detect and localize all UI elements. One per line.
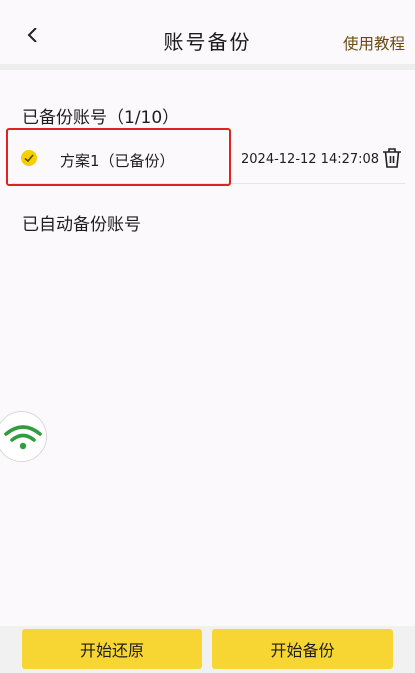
auto-backup-section-title: 已自动备份账号 (22, 215, 141, 235)
tutorial-link[interactable]: 使用教程 (343, 32, 405, 54)
plan-time: 2024-12-12 14:27:08 (241, 152, 380, 167)
start-restore-button[interactable]: 开始还原 (22, 629, 202, 669)
wifi-icon (4, 425, 42, 450)
start-backup-button[interactable]: 开始备份 (212, 629, 393, 669)
highlight-box (6, 128, 231, 186)
backed-up-section-title: 已备份账号（1/10） (22, 108, 180, 128)
trash-icon[interactable] (382, 147, 402, 169)
top-bar: 账号备份 使用教程 (0, 0, 415, 70)
wifi-floating-button[interactable] (0, 411, 47, 462)
bottom-bar: 开始还原 开始备份 (0, 626, 415, 673)
